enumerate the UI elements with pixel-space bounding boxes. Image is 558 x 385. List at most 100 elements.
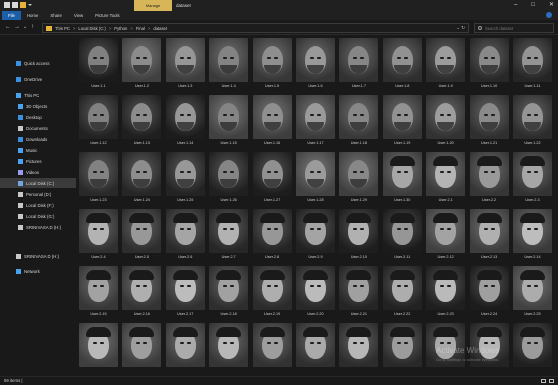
thumbnail-item[interactable]: User.2.1 <box>425 151 468 208</box>
back-button[interactable]: ← <box>5 23 11 32</box>
nav-item[interactable]: This PC <box>0 90 76 100</box>
thumbnail-item[interactable]: User.1.14 <box>165 94 208 151</box>
recent-locations-button[interactable]: ⌄ <box>23 23 27 32</box>
thumbnail-item[interactable]: User.2.3 <box>512 151 555 208</box>
close-button[interactable]: ✕ <box>549 2 554 9</box>
nav-item[interactable]: OneDrive <box>0 74 76 84</box>
thumbnail-item[interactable]: User.1.19 <box>382 94 425 151</box>
thumbnail-item[interactable]: User.1.5 <box>252 37 295 94</box>
nav-item[interactable]: Local Disk (G:) <box>0 211 76 221</box>
thumbnail-item[interactable]: User.1.12 <box>78 94 121 151</box>
breadcrumb-separator[interactable]: > <box>109 26 111 31</box>
thumbnail-item[interactable]: User.1.17 <box>295 94 338 151</box>
thumbnail-item[interactable]: User.1.27 <box>252 151 295 208</box>
thumbnail-item[interactable]: User.1.1 <box>78 37 121 94</box>
nav-item[interactable]: SRINIVASA D (H:) <box>0 251 76 261</box>
breadcrumb-local-disk[interactable]: Local Disk (C:) <box>78 26 105 31</box>
details-view-icon[interactable] <box>541 379 546 383</box>
nav-item[interactable]: Personal (D:) <box>0 189 76 199</box>
nav-item[interactable]: Desktop <box>0 112 76 122</box>
thumbnail-item[interactable]: User.1.2 <box>121 37 164 94</box>
thumbnail-item[interactable]: User.1.9 <box>425 37 468 94</box>
thumbnail-item[interactable]: User.1.30 <box>382 151 425 208</box>
thumbnail-item[interactable] <box>382 322 425 375</box>
thumbnail-item[interactable]: User.1.4 <box>208 37 251 94</box>
thumbnail-item[interactable] <box>338 322 381 375</box>
thumbnail-item[interactable]: User.2.24 <box>469 265 512 322</box>
breadcrumb-final[interactable]: Final <box>136 26 145 31</box>
thumbnail-item[interactable]: User.2.14 <box>512 208 555 265</box>
thumbnail-item[interactable]: User.1.18 <box>338 94 381 151</box>
thumbnail-item[interactable] <box>208 322 251 375</box>
refresh-button[interactable]: ⌄ ↻ <box>456 25 465 31</box>
thumbnail-item[interactable]: User.1.16 <box>252 94 295 151</box>
thumbnail-item[interactable]: User.1.15 <box>208 94 251 151</box>
thumbnail-item[interactable]: User.1.20 <box>425 94 468 151</box>
tab-picture-tools[interactable]: Picture Tools <box>89 11 126 20</box>
nav-item[interactable]: Local Disk (F:) <box>0 200 76 210</box>
up-button[interactable]: ↑ <box>31 23 34 32</box>
thumbnail-item[interactable]: User.1.25 <box>165 151 208 208</box>
breadcrumb-separator[interactable]: > <box>148 26 150 31</box>
thumbnail-item[interactable]: User.1.8 <box>382 37 425 94</box>
search-box[interactable] <box>474 23 554 33</box>
thumbnail-item[interactable]: User.1.6 <box>295 37 338 94</box>
nav-item[interactable]: SRINIVASA D (H:) <box>0 222 76 232</box>
breadcrumb-separator[interactable]: > <box>73 26 75 31</box>
thumbnail-item[interactable]: User.1.24 <box>121 151 164 208</box>
thumbnail-item[interactable]: User.2.7 <box>208 208 251 265</box>
thumbnail-item[interactable]: User.2.17 <box>165 265 208 322</box>
properties-icon[interactable] <box>12 2 18 8</box>
thumbnail-item[interactable]: User.1.26 <box>208 151 251 208</box>
breadcrumb-python[interactable]: Python <box>114 26 127 31</box>
nav-item[interactable]: Music <box>0 145 76 155</box>
thumbnail-item[interactable] <box>165 322 208 375</box>
thumbnail-item[interactable]: User.2.16 <box>121 265 164 322</box>
tab-home[interactable]: Home <box>21 11 44 20</box>
thumbnail-item[interactable]: User.2.6 <box>165 208 208 265</box>
nav-item[interactable]: Downloads <box>0 134 76 144</box>
thumbnail-item[interactable]: User.1.10 <box>469 37 512 94</box>
thumbnail-item[interactable] <box>252 322 295 375</box>
tab-file[interactable]: File <box>2 11 21 20</box>
thumbnail-item[interactable]: User.2.12 <box>425 208 468 265</box>
tab-view[interactable]: View <box>68 11 89 20</box>
help-icon[interactable] <box>546 12 552 18</box>
tab-share[interactable]: Share <box>44 11 67 20</box>
thumbnail-item[interactable]: User.1.28 <box>295 151 338 208</box>
thumbnail-item[interactable]: User.2.22 <box>382 265 425 322</box>
thumbnail-item[interactable] <box>78 322 121 375</box>
thumbnail-item[interactable]: User.1.21 <box>469 94 512 151</box>
nav-item[interactable]: Pictures <box>0 156 76 166</box>
thumbnail-item[interactable]: User.1.29 <box>338 151 381 208</box>
nav-item[interactable]: Network <box>0 266 76 276</box>
nav-item[interactable]: Quick access <box>0 58 76 68</box>
minimize-button[interactable]: – <box>514 2 517 9</box>
nav-item[interactable]: Local Disk (C:) <box>0 178 76 188</box>
thumbnail-item[interactable]: User.2.10 <box>338 208 381 265</box>
thumbnail-item[interactable]: User.2.23 <box>425 265 468 322</box>
thumbnail-item[interactable]: User.2.8 <box>252 208 295 265</box>
thumbnail-item[interactable]: User.2.21 <box>338 265 381 322</box>
thumbnail-item[interactable]: User.2.18 <box>208 265 251 322</box>
breadcrumb-dataset[interactable]: dataset <box>153 26 167 31</box>
thumbnail-item[interactable]: User.2.13 <box>469 208 512 265</box>
thumbnail-item[interactable]: User.2.25 <box>512 265 555 322</box>
thumbnail-item[interactable]: User.1.11 <box>512 37 555 94</box>
search-input[interactable] <box>485 25 551 31</box>
thumbnail-item[interactable]: User.2.5 <box>121 208 164 265</box>
thumbnail-item[interactable] <box>295 322 338 375</box>
thumbnail-item[interactable]: User.2.9 <box>295 208 338 265</box>
nav-item[interactable]: Documents <box>0 123 76 133</box>
address-bar[interactable]: This PC > Local Disk (C:) > Python > Fin… <box>42 23 469 33</box>
breadcrumb-separator[interactable]: > <box>130 26 132 31</box>
thumbnail-item[interactable] <box>512 322 555 375</box>
thumbnail-item[interactable]: User.2.2 <box>469 151 512 208</box>
thumbnail-item[interactable]: User.2.15 <box>78 265 121 322</box>
thumbnail-item[interactable]: User.2.4 <box>78 208 121 265</box>
thumbnail-item[interactable]: User.2.19 <box>252 265 295 322</box>
thumbnail-item[interactable]: User.1.13 <box>121 94 164 151</box>
nav-item[interactable]: Videos <box>0 167 76 177</box>
thumbnail-item[interactable]: User.2.20 <box>295 265 338 322</box>
thumbnail-item[interactable]: User.1.7 <box>338 37 381 94</box>
